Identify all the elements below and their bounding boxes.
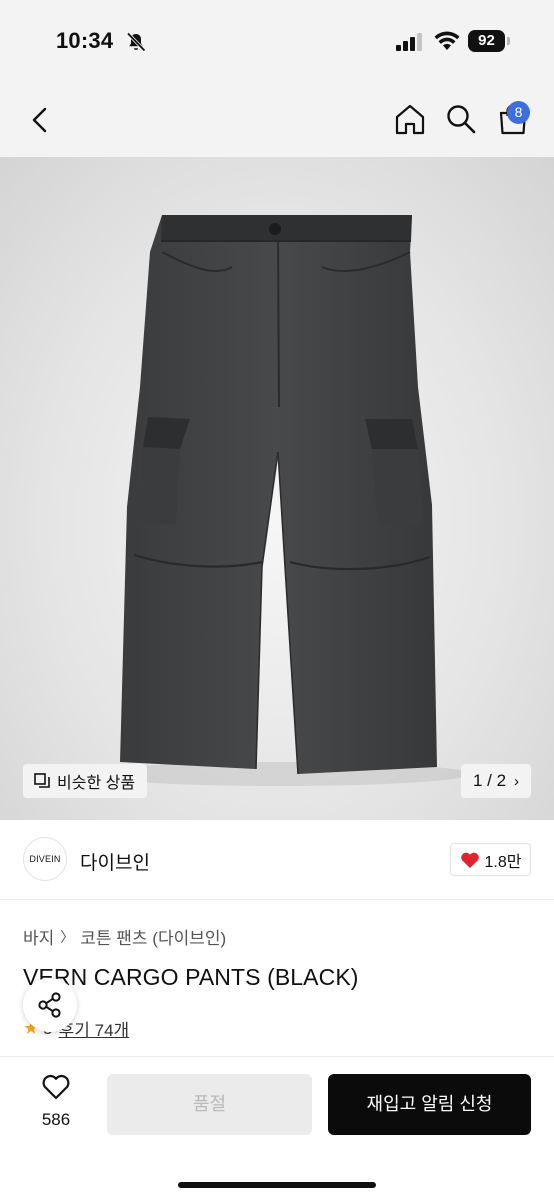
similar-products-label: 비슷한 상품 [57, 775, 136, 792]
home-indicator[interactable] [178, 1182, 376, 1188]
product-title: VERN CARGO PANTS (BLACK) [23, 964, 359, 990]
battery-icon: 92 [468, 30, 510, 52]
product-image-gallery[interactable]: 비슷한 상품 1 / 2 › [0, 157, 554, 820]
top-nav [0, 90, 554, 150]
product-info: DIVEIN 다이브인 1.8만 바지 〉 코튼 팬츠 (다이브인) VERN … [0, 820, 554, 1056]
share-icon [38, 992, 61, 1018]
restock-alert-button[interactable]: 재입고 알림 신청 [328, 1074, 531, 1135]
home-icon[interactable] [393, 102, 427, 136]
top-area: 10:34 92 8 [0, 0, 554, 157]
pager-text: 1 / 2 [472, 771, 507, 790]
brand-logo[interactable]: DIVEIN [23, 837, 67, 881]
purchase-bar: 586 품절 재입고 알림 신청 [0, 1056, 554, 1200]
brand-name[interactable]: 다이브인 [80, 848, 150, 875]
soldout-button: 품절 [107, 1074, 312, 1135]
brand-row[interactable]: DIVEIN 다이브인 1.8만 [0, 820, 554, 900]
wifi-icon [434, 31, 460, 50]
share-button[interactable] [23, 978, 77, 1032]
similar-items-icon [34, 773, 50, 788]
heart-outline-icon [42, 1074, 70, 1100]
search-icon[interactable] [444, 102, 478, 136]
status-bar: 10:34 92 [0, 0, 554, 84]
brand-like-button[interactable]: 1.8만 [450, 843, 531, 876]
battery-level: 92 [468, 30, 505, 52]
brand-like-count: 1.8만 [484, 853, 522, 871]
chevron-right-icon: 〉 [60, 928, 75, 945]
cart-count-badge: 8 [507, 101, 530, 124]
breadcrumb-category[interactable]: 바지 [23, 924, 54, 949]
signal-icon [396, 33, 422, 51]
breadcrumb-subcategory[interactable]: 코튼 팬츠 (다이브인) [80, 924, 226, 949]
chevron-right-icon: › [514, 772, 520, 790]
similar-products-button[interactable]: 비슷한 상품 [23, 764, 148, 798]
chevron-left-icon[interactable] [26, 104, 54, 136]
heart-filled-icon [460, 852, 479, 868]
breadcrumb: 바지 〉 코튼 팬츠 (다이브인) [23, 924, 226, 949]
bell-slash-icon [126, 32, 146, 52]
wishlist-button[interactable]: 586 [24, 1073, 88, 1133]
status-time: 10:34 [56, 28, 114, 53]
image-pager[interactable]: 1 / 2 › [461, 764, 531, 798]
product-image [90, 215, 470, 786]
wishlist-count: 586 [41, 1110, 71, 1129]
